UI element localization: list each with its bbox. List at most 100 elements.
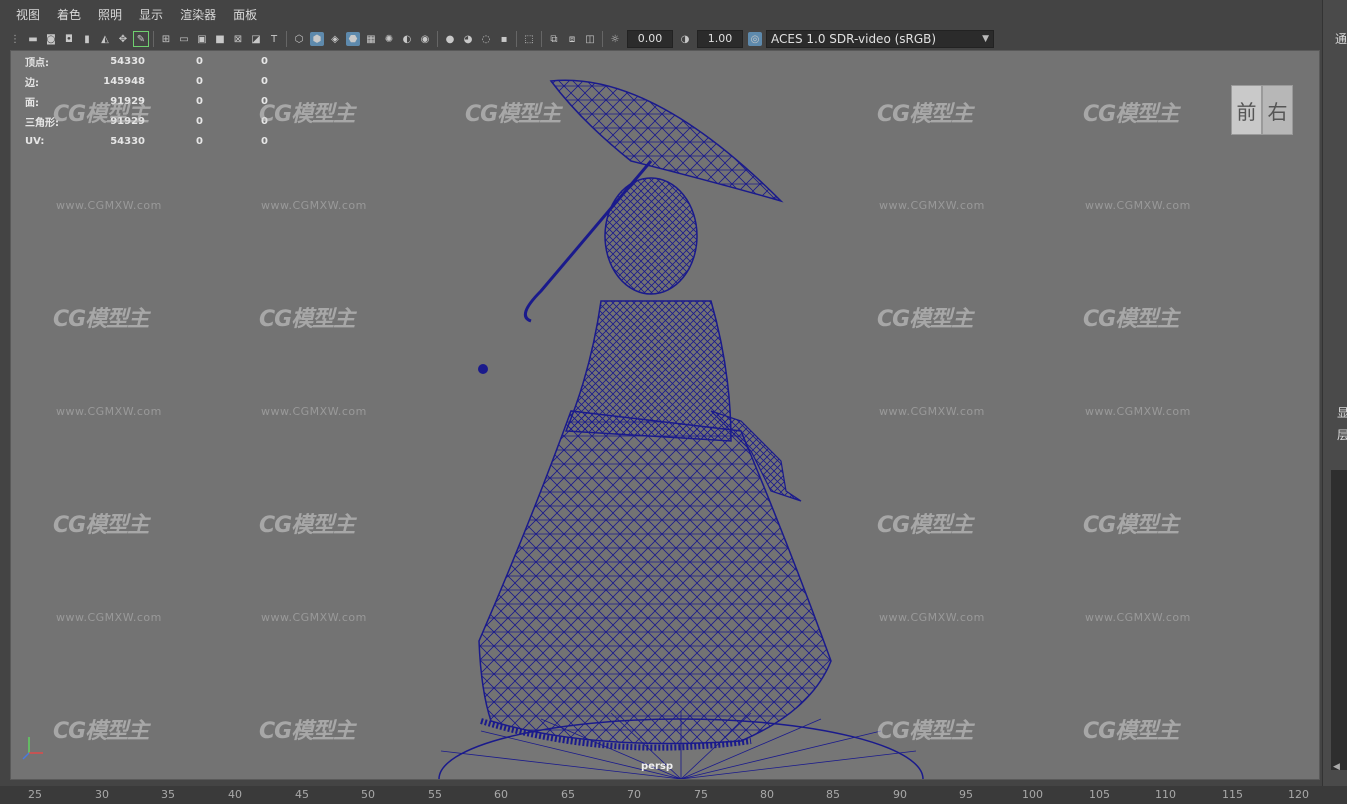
view-cube-front[interactable]: 前 (1231, 85, 1262, 135)
ruler-tick: 35 (161, 788, 175, 801)
floating-bead (478, 364, 488, 374)
ruler-tick: 65 (561, 788, 575, 801)
ruler-tick: 45 (295, 788, 309, 801)
stat-row: 边: 145948 0 0 (25, 71, 268, 91)
grease-pencil-icon[interactable]: ✎ (133, 31, 149, 47)
exposure-icon[interactable]: ☼ (608, 32, 622, 46)
panel-tab-label[interactable]: 层 (1337, 426, 1347, 443)
smooth-shade-icon[interactable]: ⬢ (310, 32, 324, 46)
wireframe-icon[interactable]: ⬡ (292, 32, 306, 46)
panel-tab-label[interactable]: 通 (1335, 30, 1347, 47)
view-cube[interactable]: 前 右 (1231, 85, 1293, 135)
wireframe-on-shaded-icon[interactable]: ⬣ (346, 32, 360, 46)
depth-of-field-icon[interactable]: ▪ (497, 32, 511, 46)
watermark-logo: CG模型主 (877, 102, 973, 127)
watermark-url: www.CGMXW.com (1085, 611, 1191, 624)
xray-icon[interactable]: ◉ (418, 32, 432, 46)
stat-value: 0 (261, 75, 268, 87)
ruler-tick: 30 (95, 788, 109, 801)
stat-value: 0 (196, 135, 203, 147)
watermark-logo: CG模型主 (259, 719, 355, 744)
toolbar-separator (153, 31, 154, 47)
safe-title-icon[interactable]: T (267, 32, 281, 46)
view-transform-value: ACES 1.0 SDR-video (sRGB) (771, 32, 937, 46)
watermark-logo: CG模型主 (1083, 102, 1179, 127)
watermark-url: www.CGMXW.com (879, 405, 985, 418)
ruler-tick: 100 (1022, 788, 1043, 801)
watermark-logo: CG模型主 (259, 513, 355, 538)
gamma-field[interactable]: 1.00 (697, 30, 743, 48)
isolate-select-icon[interactable]: ⬚ (522, 32, 536, 46)
camera-attributes-icon[interactable]: ◙ (44, 32, 58, 46)
image-plane-icon[interactable]: ◭ (98, 32, 112, 46)
xray-active-icon[interactable]: ⧈ (565, 32, 579, 46)
watermark-logo: CG模型主 (877, 719, 973, 744)
persp-viewport[interactable]: 顶点: 54330 0 0 边: 145948 0 0 面: 91929 0 0 三角形: 9192… (10, 50, 1320, 780)
panel-tab-label[interactable]: 显 (1337, 404, 1347, 421)
motion-blur-icon[interactable]: ◕ (461, 32, 475, 46)
stat-label: 顶点: (25, 57, 49, 69)
ruler-tick: 85 (826, 788, 840, 801)
watermark-logo: CG模型主 (259, 307, 355, 332)
scroll-left-icon[interactable]: ◀ (1333, 762, 1340, 772)
watermark-url: www.CGMXW.com (1085, 405, 1191, 418)
menu-show[interactable]: 显示 (131, 6, 172, 23)
safe-action-icon[interactable]: ◪ (249, 32, 263, 46)
view-transform-select[interactable]: ACES 1.0 SDR-video (sRGB) ▼ (766, 30, 994, 48)
textured-icon[interactable]: ▦ (364, 32, 378, 46)
watermark-logo: CG模型主 (53, 102, 149, 127)
use-all-lights-icon[interactable]: ✺ (382, 32, 396, 46)
stat-value: 0 (196, 55, 203, 67)
watermark-logo: CG模型主 (877, 513, 973, 538)
ruler-tick: 25 (28, 788, 42, 801)
grid-icon[interactable]: ⊞ (159, 32, 173, 46)
watermark-logo: CG模型主 (53, 719, 149, 744)
color-management-icon[interactable]: ◎ (748, 32, 762, 46)
watermark-logo: CG模型主 (1083, 719, 1179, 744)
watermark-url: www.CGMXW.com (879, 199, 985, 212)
torso (564, 300, 732, 442)
toolbar-separator (286, 31, 287, 47)
axis-gizmo-icon (22, 737, 43, 760)
time-slider[interactable]: 25 30 35 40 45 50 55 60 65 70 75 80 85 9… (0, 786, 1347, 804)
shadows-icon[interactable]: ◐ (400, 32, 414, 46)
watermark-url: www.CGMXW.com (879, 611, 985, 624)
field-chart-icon[interactable]: ⊠ (231, 32, 245, 46)
watermark-url: www.CGMXW.com (261, 199, 367, 212)
ruler-tick: 60 (494, 788, 508, 801)
film-gate-icon[interactable]: ▭ (177, 32, 191, 46)
ambient-occlusion-icon[interactable]: ● (443, 32, 457, 46)
exposure-field[interactable]: 0.00 (627, 30, 673, 48)
watermark-url: www.CGMXW.com (261, 611, 367, 624)
stat-value: 0 (196, 115, 203, 127)
ruler-tick: 55 (428, 788, 442, 801)
xray-joints-icon[interactable]: ⧉ (547, 32, 561, 46)
stat-value: 54330 (110, 55, 145, 67)
menu-shading[interactable]: 着色 (49, 6, 90, 23)
stat-value: 0 (261, 55, 268, 67)
menu-view[interactable]: 视图 (0, 6, 49, 23)
ruler-tick: 40 (228, 788, 242, 801)
stat-value: 145948 (103, 75, 145, 87)
menu-renderer[interactable]: 渲染器 (172, 6, 225, 23)
select-camera-icon[interactable]: ▬ (26, 32, 40, 46)
watermark-logo: CG模型主 (1083, 513, 1179, 538)
bookmark-icon[interactable]: ▮ (80, 32, 94, 46)
view-cube-right[interactable]: 右 (1262, 85, 1293, 135)
ruler-tick: 120 (1288, 788, 1309, 801)
2d-pan-zoom-icon[interactable]: ✥ (116, 32, 130, 46)
menu-panels[interactable]: 面板 (225, 6, 266, 23)
gamma-icon[interactable]: ◑ (678, 32, 692, 46)
anti-aliasing-icon[interactable]: ◌ (479, 32, 493, 46)
backface-culling-icon[interactable]: ◫ (583, 32, 597, 46)
resolution-gate-icon[interactable]: ▣ (195, 32, 209, 46)
gate-mask-icon[interactable]: ■ (213, 32, 227, 46)
menu-lighting[interactable]: 照明 (90, 6, 131, 23)
camera-label: persp (641, 761, 673, 772)
default-material-icon[interactable]: ◈ (328, 32, 342, 46)
bookmarks-icon[interactable]: ◘ (62, 32, 76, 46)
watermark-logo: CG模型主 (465, 102, 561, 127)
ruler-tick: 95 (959, 788, 973, 801)
ruler-tick: 50 (361, 788, 375, 801)
panel-scrollbar[interactable] (1331, 470, 1347, 770)
